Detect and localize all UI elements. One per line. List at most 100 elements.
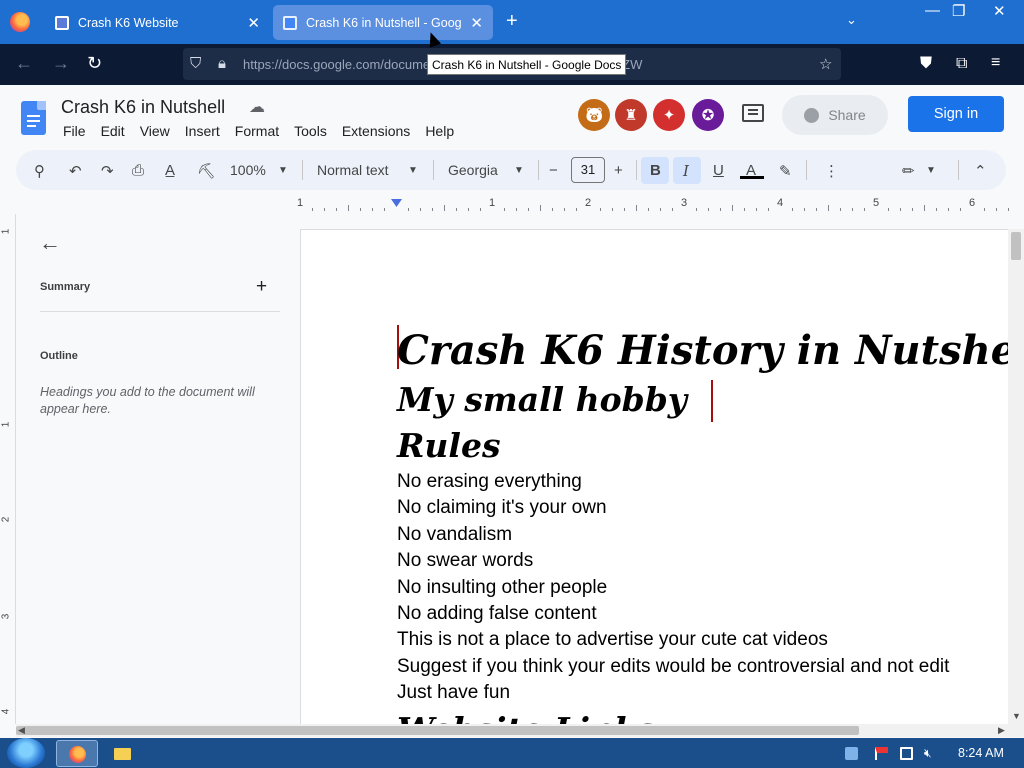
horizontal-scrollbar[interactable]: ◀ ▶ <box>16 724 1024 737</box>
menu-edit[interactable]: Edit <box>101 123 125 139</box>
share-button[interactable]: Share <box>782 95 888 135</box>
document-title[interactable]: Crash K6 in Nutshell <box>61 97 225 118</box>
document-heading-title[interactable]: Crash K6 History in Nutshell <box>397 325 1010 377</box>
ruler-tick <box>624 208 625 211</box>
tray-display-icon[interactable] <box>900 747 913 760</box>
shield-icon[interactable]: ⛉ <box>190 55 201 72</box>
italic-icon[interactable]: I <box>683 162 689 180</box>
collaborator-avatar[interactable]: ✪ <box>692 99 724 131</box>
font-size-input[interactable]: 31 <box>571 157 605 183</box>
increase-font-size-icon[interactable]: + <box>614 162 623 179</box>
paragraph-style-select[interactable]: Normal text <box>317 162 389 178</box>
rule-line[interactable]: No adding false content <box>397 601 1010 627</box>
folder-icon <box>114 748 131 760</box>
zoom-dropdown-icon[interactable]: ▼ <box>278 165 288 176</box>
scroll-down-arrow-icon[interactable]: ▼ <box>1012 711 1021 721</box>
rule-line[interactable]: No swear words <box>397 548 1010 574</box>
spellcheck-icon[interactable]: A̲ <box>165 162 175 179</box>
document-heading-subtitle[interactable]: My small hobby <box>397 377 1010 423</box>
pocket-icon[interactable]: ⛊ <box>920 55 932 73</box>
menu-format[interactable]: Format <box>235 123 279 139</box>
tray-network-icon[interactable] <box>845 747 858 760</box>
menu-help[interactable]: Help <box>425 123 454 139</box>
close-tab-icon[interactable]: ✕ <box>247 14 260 32</box>
ruler-number: 2 <box>585 197 592 209</box>
back-arrow-icon[interactable]: ← <box>15 53 33 74</box>
style-dropdown-icon[interactable]: ▼ <box>408 165 418 176</box>
system-clock[interactable]: 8:24 AM <box>958 746 1004 760</box>
scroll-right-arrow-icon[interactable]: ▶ <box>998 725 1005 736</box>
rule-line[interactable]: No claiming it's your own <box>397 495 1010 521</box>
rule-line[interactable]: This is not a place to advertise your cu… <box>397 627 1010 653</box>
close-tab-icon[interactable]: ✕ <box>470 14 483 32</box>
vertical-scrollbar-thumb[interactable] <box>1011 232 1021 260</box>
document-page[interactable]: Crash K6 History in Nutshell My small ho… <box>300 229 1010 724</box>
new-tab-plus-icon[interactable]: + <box>506 10 518 33</box>
undo-icon[interactable]: ↶ <box>69 162 82 180</box>
rule-line[interactable]: Just have fun <box>397 680 1010 706</box>
restore-window-icon[interactable]: ❐ <box>952 2 965 20</box>
firefox-logo-icon[interactable] <box>10 12 30 32</box>
font-select[interactable]: Georgia <box>448 162 498 178</box>
horizontal-ruler[interactable]: 1 1 2 3 5 6 4 <box>297 196 1016 214</box>
bookmark-star-icon[interactable]: ☆ <box>819 55 832 73</box>
menu-extensions[interactable]: Extensions <box>342 123 410 139</box>
search-menus-icon[interactable]: ⚲ <box>34 162 45 180</box>
ruler-tick <box>828 205 829 211</box>
minimize-window-icon[interactable]: — <box>925 2 940 19</box>
highlight-pen-icon[interactable]: ✎ <box>779 162 792 180</box>
decrease-font-size-icon[interactable]: − <box>549 162 558 179</box>
editing-mode-pencil-icon[interactable]: ✏ <box>902 162 915 180</box>
print-icon[interactable]: ⎙ <box>132 162 144 179</box>
hide-menus-chevron-up-icon[interactable]: ⌃ <box>974 162 987 180</box>
cloud-saved-icon[interactable]: ☁ <box>249 97 265 117</box>
section-heading-website-links[interactable]: Website Links <box>397 707 1010 724</box>
lock-icon[interactable]: 🔒︎ <box>218 55 226 72</box>
tab-google-docs[interactable]: Crash K6 in Nutshell - Google Docs ✕ <box>273 5 493 40</box>
scroll-left-arrow-icon[interactable]: ◀ <box>18 725 25 736</box>
comment-history-icon[interactable] <box>742 104 764 122</box>
start-button[interactable] <box>7 738 45 768</box>
outline-label: Outline <box>40 350 78 362</box>
rule-line[interactable]: Suggest if you think your edits would be… <box>397 654 1010 680</box>
rule-line[interactable]: No insulting other people <box>397 575 1010 601</box>
font-dropdown-icon[interactable]: ▼ <box>514 165 524 176</box>
forward-arrow-icon[interactable]: → <box>52 53 70 74</box>
zoom-select[interactable]: 100% <box>230 162 266 178</box>
hamburger-menu-icon[interactable]: ≡ <box>991 54 1000 72</box>
menu-insert[interactable]: Insert <box>185 123 220 139</box>
tray-volume-muted-icon[interactable]: 🔇︎ <box>924 746 937 760</box>
editing-mode-dropdown-icon[interactable]: ▼ <box>926 165 936 176</box>
menu-tools[interactable]: Tools <box>294 123 327 139</box>
reload-icon[interactable]: ↻ <box>87 53 102 74</box>
rule-line[interactable]: No vandalism <box>397 522 1010 548</box>
google-docs-logo-icon[interactable] <box>21 101 46 135</box>
horizontal-scrollbar-thumb[interactable] <box>16 726 859 735</box>
sign-in-button[interactable]: Sign in <box>908 96 1004 132</box>
bold-icon[interactable]: B <box>650 162 661 179</box>
menu-file[interactable]: File <box>63 123 86 139</box>
ruler-tick <box>408 208 409 211</box>
collaborator-avatar[interactable]: ♜ <box>615 99 647 131</box>
ruler-tick <box>960 208 961 211</box>
tab-crash-k6-website[interactable]: Crash K6 Website ✕ <box>45 5 270 40</box>
menu-view[interactable]: View <box>140 123 170 139</box>
more-options-icon[interactable]: ⋮ <box>824 162 839 180</box>
extensions-puzzle-icon[interactable]: ⧉ <box>956 55 967 73</box>
close-window-icon[interactable]: ✕ <box>993 2 1006 20</box>
close-outline-back-arrow-icon[interactable]: ← <box>39 230 61 256</box>
add-summary-plus-icon[interactable]: + <box>256 276 267 298</box>
collaborator-avatar[interactable]: ✦ <box>653 99 685 131</box>
paint-format-icon[interactable]: ⛏ <box>197 162 216 180</box>
redo-icon[interactable]: ↷ <box>101 162 114 180</box>
taskbar-explorer-button[interactable] <box>102 740 144 767</box>
list-all-tabs-chevron-icon[interactable]: ⌄ <box>846 12 857 28</box>
collaborator-avatar[interactable]: 🐻︎ <box>578 99 610 131</box>
rule-line[interactable]: No erasing everything <box>397 469 1010 495</box>
taskbar-firefox-button[interactable] <box>56 740 98 767</box>
document-body[interactable]: Crash K6 History in Nutshell My small ho… <box>397 325 1010 724</box>
section-heading-rules[interactable]: Rules <box>397 423 1010 469</box>
underline-icon[interactable]: U <box>713 162 724 179</box>
vertical-scrollbar[interactable]: ▼ <box>1008 229 1024 724</box>
tray-action-center-flag-icon[interactable] <box>875 747 888 760</box>
